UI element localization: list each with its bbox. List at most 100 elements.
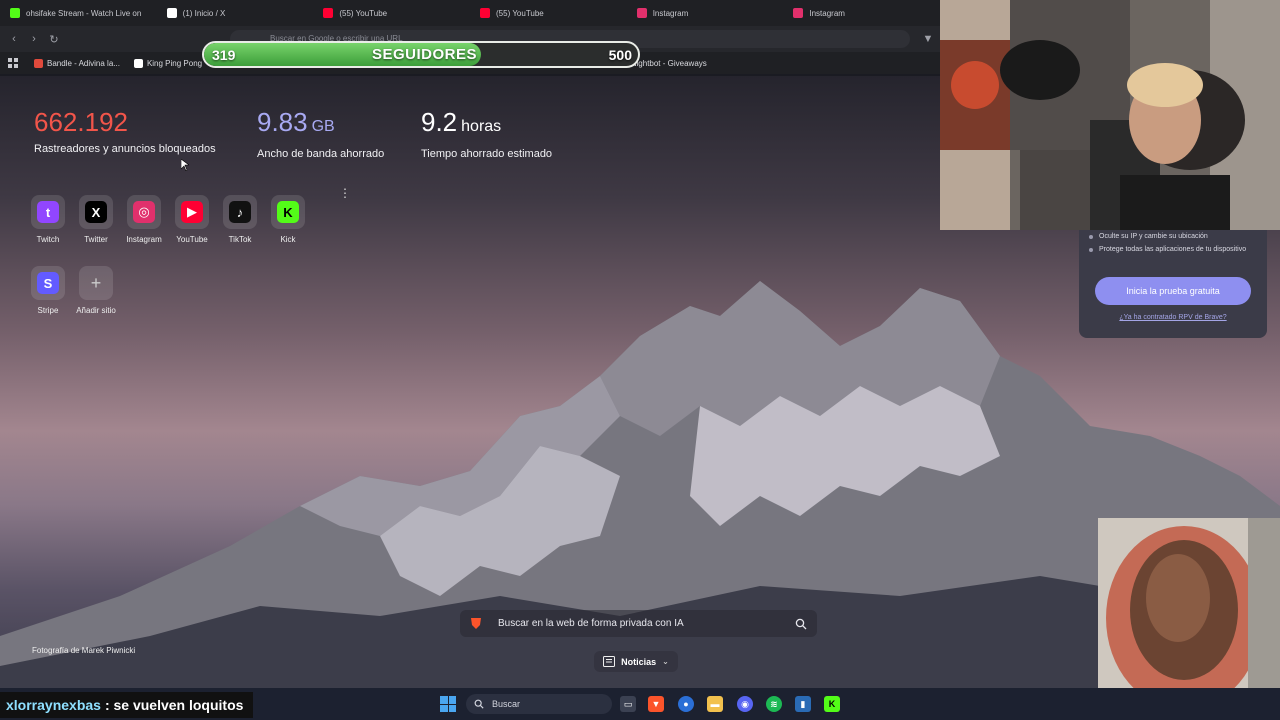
stat-trackers-label: Rastreadores y anuncios bloqueados <box>34 143 216 155</box>
instagram-icon <box>636 8 647 18</box>
bookmark-item[interactable]: Bandle - Adivina la... <box>27 58 127 68</box>
top-site-stripe[interactable]: S Stripe <box>26 266 70 315</box>
top-site-tile: ▶ <box>175 195 209 229</box>
top-site-label: Twitter <box>84 235 108 244</box>
news-button[interactable]: Noticias ⌄ <box>594 651 678 672</box>
reload-icon[interactable]: ↻ <box>44 29 64 49</box>
youtube-icon: ▶ <box>181 201 203 223</box>
vpn-feature-2: Protege todas las aplicaciones de tu dis… <box>1089 245 1257 255</box>
stat-bandwidth: 9.83 GB Ancho de banda ahorrado <box>257 106 384 160</box>
stat-time-value: 9.2 <box>421 107 458 137</box>
top-site-tile: ♪ <box>223 195 257 229</box>
search-placeholder: Buscar en la web de forma privada con IA <box>498 618 684 629</box>
top-site-kick[interactable]: K Kick <box>266 195 310 244</box>
top-site-instagram[interactable]: ◎ Instagram <box>122 195 166 244</box>
top-site-twitter[interactable]: X Twitter <box>74 195 118 244</box>
stat-trackers-value: 662.192 <box>34 107 128 137</box>
bookmark-favicon-icon <box>34 58 43 68</box>
top-site-youtube[interactable]: ▶ YouTube <box>170 195 214 244</box>
private-search-box[interactable]: Buscar en la web de forma privada con IA <box>460 610 817 637</box>
bookmark-label: Nightbot - Giveaways <box>630 58 707 68</box>
spotify-taskbar-icon[interactable]: ≋ <box>766 696 782 712</box>
forward-icon[interactable]: › <box>24 29 44 49</box>
stripe-icon: S <box>37 272 59 294</box>
top-site-tiktok[interactable]: ♪ TikTok <box>218 195 262 244</box>
search-icon[interactable] <box>795 618 807 630</box>
top-site-label: Instagram <box>126 235 162 244</box>
stat-trackers: 662.192 Rastreadores y anuncios bloquead… <box>34 106 216 155</box>
kick-icon: K <box>277 201 299 223</box>
top-site-label: Añadir sitio <box>76 306 116 315</box>
top-site-label: Twitch <box>36 235 60 244</box>
bookmark-favicon-icon <box>133 58 143 68</box>
stat-bandwidth-value: 9.83 <box>257 107 308 137</box>
bookmark-item[interactable]: King Ping Pong <box>127 58 209 68</box>
top-site-tile: ◎ <box>127 195 161 229</box>
taskbar-search[interactable]: Buscar <box>466 694 612 714</box>
taskbar-search-label: Buscar <box>492 699 521 709</box>
kick-icon <box>10 8 20 18</box>
mouse-cursor-icon <box>181 159 189 171</box>
back-icon[interactable]: ‹ <box>4 29 24 49</box>
tab-title: Instagram <box>809 8 845 18</box>
photo-credit[interactable]: Fotografía de Marek Piwnicki <box>32 646 135 655</box>
stat-bandwidth-label: Ancho de banda ahorrado <box>257 148 385 160</box>
windows-start-icon[interactable] <box>440 696 456 712</box>
task-view-icon[interactable]: ▭ <box>620 696 636 712</box>
chat-username: xlorraynexbas <box>6 697 101 713</box>
vpn-feature-1: Oculte su IP y cambie su ubicación <box>1089 232 1257 242</box>
top-site-label: Stripe <box>37 306 59 315</box>
top-site-tile: X <box>79 195 113 229</box>
top-site-label: TikTok <box>228 235 252 244</box>
chat-message: xlorraynexbas : se vuelven loquitos <box>0 692 254 718</box>
plus-icon: + <box>90 272 102 293</box>
tab-title: ohsifake Stream - Watch Live on <box>26 8 142 18</box>
tab-0[interactable]: ohsifake Stream - Watch Live on <box>0 0 157 26</box>
folder-taskbar-icon[interactable]: ▬ <box>707 696 723 712</box>
chrome-taskbar-icon[interactable]: ● <box>678 696 694 712</box>
discord-taskbar-icon[interactable]: ◉ <box>737 696 753 712</box>
top-site-añadir-sitio[interactable]: + Añadir sitio <box>74 266 118 315</box>
webcam-overlay <box>940 0 1280 230</box>
tab-1[interactable]: (1) Inicio / X <box>157 0 314 26</box>
top-site-tile: K <box>271 195 305 229</box>
app-taskbar-icon[interactable]: ▮ <box>795 696 811 712</box>
bookmark-label: Bandle - Adivina la... <box>47 58 120 68</box>
chevron-down-icon: ⌄ <box>662 657 669 666</box>
goal-start-value: 319 <box>212 46 236 63</box>
brave-shield-icon[interactable]: ▼ <box>918 29 938 49</box>
top-site-tile: + <box>79 266 113 300</box>
already-subscribed-link[interactable]: ¿Ya ha contratado RPV de Brave? <box>1079 314 1267 321</box>
x-icon <box>166 8 177 18</box>
youtube-icon <box>323 8 334 18</box>
brave-taskbar-icon[interactable]: ▼ <box>648 696 664 712</box>
top-site-twitch[interactable]: t Twitch <box>26 195 70 244</box>
tab-3[interactable]: (55) YouTube <box>470 0 627 26</box>
stat-time: 9.2 horas Tiempo ahorrado estimado <box>421 106 552 160</box>
chat-text: : se vuelven loquitos <box>104 697 244 713</box>
taskbar-search-icon <box>474 699 484 709</box>
top-sites-menu-icon[interactable]: ⋮ <box>339 186 351 200</box>
tab-title: Instagram <box>652 8 689 18</box>
twitch-icon: t <box>37 201 59 223</box>
follower-goal-bar: 319 SEGUIDORES 500 <box>202 41 640 68</box>
tab-4[interactable]: Instagram <box>627 0 784 26</box>
instagram-icon: ◎ <box>133 201 155 223</box>
x-icon: X <box>85 201 107 223</box>
tab-5[interactable]: Instagram <box>783 0 940 26</box>
tab-bar: ohsifake Stream - Watch Live on (1) Inici… <box>0 0 940 26</box>
vpn-promo-panel: Oculte su IP y cambie su ubicación Prote… <box>1079 230 1267 338</box>
top-site-tile: S <box>31 266 65 300</box>
tab-title: (55) YouTube <box>496 8 544 18</box>
kick-taskbar-icon[interactable]: K <box>824 696 840 712</box>
apps-grid-icon[interactable] <box>0 57 27 69</box>
brave-lion-icon <box>471 618 481 629</box>
news-label: Noticias <box>621 656 657 667</box>
goal-label: SEGUIDORES <box>372 46 478 63</box>
bookmark-label: King Ping Pong <box>146 58 203 68</box>
start-trial-button[interactable]: Inicia la prueba gratuita <box>1095 277 1251 305</box>
stat-time-label: Tiempo ahorrado estimado <box>421 148 553 160</box>
top-site-label: Kick <box>280 235 296 244</box>
tiktok-icon: ♪ <box>229 201 251 223</box>
tab-2[interactable]: (55) YouTube <box>313 0 470 26</box>
